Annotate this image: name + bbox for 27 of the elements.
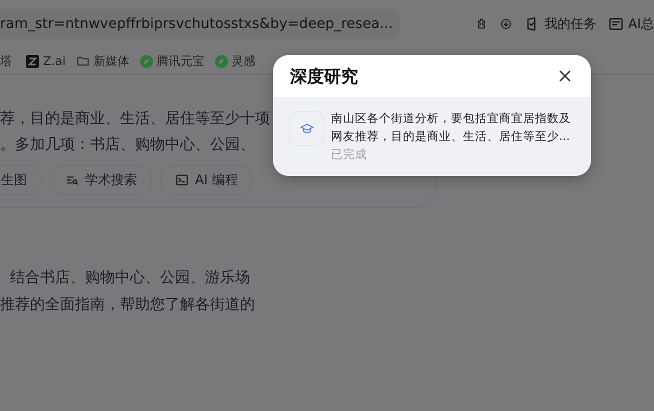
notes-icon [608,16,624,32]
toolbar-button[interactable]: AI总 [608,15,654,33]
bookmark[interactable]: Z.ai [26,54,66,68]
leaf-logo-icon [140,54,153,68]
task-status: 已完成 [331,147,368,162]
task-text[interactable]: 南山区各个街道分析，要包括宜商宜居指数及网友推荐，目的是商业、生活、居住等至少... [331,109,579,145]
toolbar-button[interactable]: 我的任务 [524,15,596,33]
tool-chip[interactable]: 生图 [0,165,42,195]
tool-chip[interactable]: 学术搜索 [50,165,152,195]
z-logo-icon [26,54,39,68]
address-field[interactable]: ram_str=ntnwvepffrbiprsvchutosstxs&by=deep_resea... [0,9,400,39]
leaf-logo-icon [214,54,228,68]
prompt-text: 。多加几项：书店、购物中心、公园、 [0,134,255,155]
bookmark[interactable]: 新媒体 [76,52,130,70]
dialog-title: 深度研究 [290,66,358,88]
tool-chip[interactable]: AI 编程 [160,165,253,195]
bookmark[interactable]: 塔 [0,52,12,70]
answer-text: 推荐的全面指南，帮助您了解各街道的 [0,294,255,315]
download-icon[interactable] [500,16,512,32]
bookmark[interactable]: 腾讯元宝 [140,52,205,70]
bookmark[interactable]: 灵感 [214,52,256,70]
folder-icon [76,54,90,68]
terminal-icon [175,173,189,187]
answer-text: 结合书店、购物中心、公园、游乐场 [9,267,250,288]
prompt-text: 荐，目的是商业、生活、居住等至少十项 [0,108,270,129]
close-button[interactable] [557,68,573,84]
graduation-cap-icon [289,111,324,146]
